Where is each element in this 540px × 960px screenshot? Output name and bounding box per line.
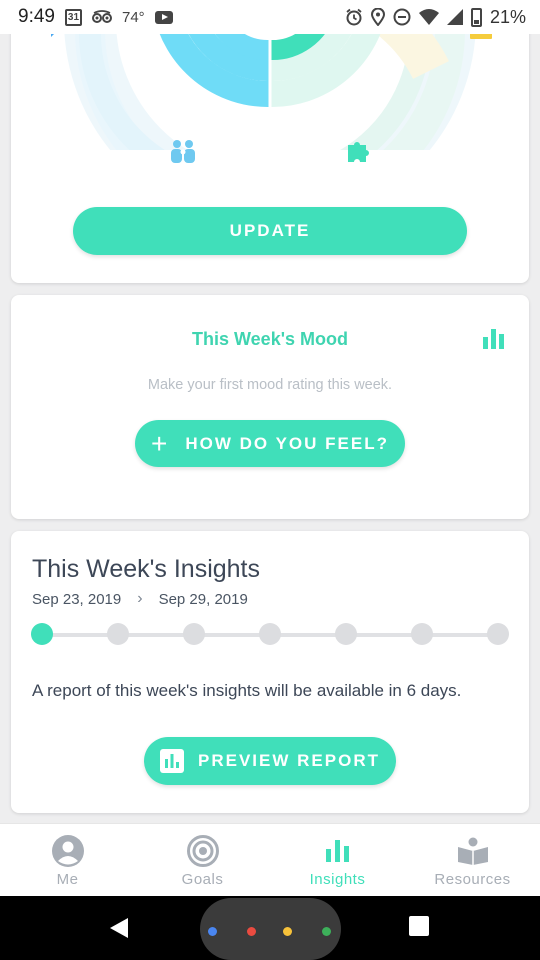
people-icon (170, 139, 196, 168)
system-nav-bar (0, 896, 540, 960)
puzzle-icon (346, 139, 372, 168)
battery-percent: 21% (489, 6, 526, 27)
date-separator-icon: › (137, 590, 143, 607)
assistant-dot-blue-icon (208, 927, 217, 936)
progress-day-dot (31, 623, 53, 645)
preview-report-label: PREVIEW REPORT (198, 751, 380, 770)
how-do-you-feel-label: HOW DO YOU FEEL? (185, 433, 389, 453)
date-start: Sep 23, 2019 (32, 590, 122, 608)
update-button[interactable]: UPDATE (73, 207, 467, 255)
home-button[interactable] (200, 898, 341, 960)
nav-label-me: Me (56, 871, 79, 888)
insights-message: A report of this week's insights will be… (32, 681, 462, 700)
assistant-dot-green-icon (322, 927, 331, 936)
nav-item-me[interactable]: Me (0, 824, 135, 897)
status-time: 9:49 (18, 6, 55, 27)
insights-date-range: Sep 23, 2019 › Sep 29, 2019 (32, 590, 248, 608)
progress-day-dot (335, 623, 357, 645)
status-bar: 9:49 31 74° 21% (0, 0, 540, 34)
calendar-icon: 31 (64, 8, 82, 26)
nav-label-resources: Resources (434, 871, 511, 888)
dnd-icon (393, 8, 411, 26)
mood-subtitle: Make your first mood rating this week. (147, 377, 393, 393)
progress-day-dot (107, 623, 129, 645)
how-do-you-feel-button[interactable]: + HOW DO YOU FEEL? (135, 420, 405, 467)
recent-apps-icon[interactable] (409, 916, 429, 936)
bottom-nav: Me Goals Insights Resources (0, 823, 540, 896)
target-icon (186, 835, 219, 867)
report-icon (160, 749, 185, 773)
progress-day-dot (183, 623, 205, 645)
alarm-icon (345, 8, 363, 26)
status-temperature: 74° (121, 8, 145, 26)
progress-day-dot (487, 623, 509, 645)
book-icon (457, 835, 489, 867)
signal-icon (446, 9, 463, 25)
nav-item-insights[interactable]: Insights (270, 824, 405, 897)
plus-icon: + (151, 427, 170, 459)
battery-icon (470, 7, 482, 27)
insights-card: This Week's Insights Sep 23, 2019 › Sep … (11, 531, 529, 813)
insights-title: This Week's Insights (32, 555, 261, 583)
mood-title: This Week's Mood (192, 329, 348, 349)
preview-report-button[interactable]: PREVIEW REPORT (144, 737, 396, 785)
tripadvisor-icon (91, 10, 112, 24)
youtube-icon (154, 10, 173, 24)
mood-card: This Week's Mood Make your first mood ra… (11, 295, 529, 519)
assistant-dot-yellow-icon (283, 927, 292, 936)
nav-label-insights: Insights (309, 871, 366, 888)
wifi-icon (418, 9, 439, 25)
nav-item-resources[interactable]: Resources (405, 824, 540, 897)
date-end: Sep 29, 2019 (158, 590, 248, 608)
progress-day-dot (411, 623, 433, 645)
nav-label-goals: Goals (181, 871, 224, 888)
person-icon (51, 835, 84, 867)
back-icon[interactable] (110, 918, 128, 938)
mood-chart-icon[interactable] (483, 329, 505, 354)
nav-item-goals[interactable]: Goals (135, 824, 270, 897)
progress-day-dot (259, 623, 281, 645)
location-icon (370, 8, 385, 26)
assistant-dot-red-icon (247, 927, 256, 936)
bar-chart-icon (325, 835, 350, 867)
life-wheel-card: UPDATE (11, 0, 529, 283)
